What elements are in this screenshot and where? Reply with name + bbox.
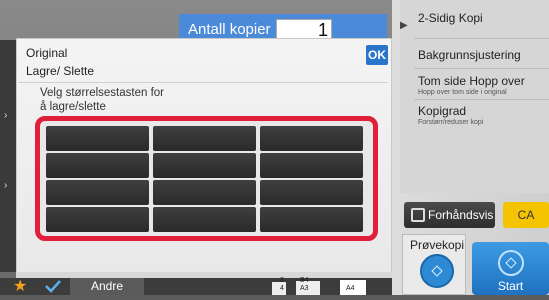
function-duplex[interactable]: 2-Sidig Kopi <box>418 11 483 25</box>
start-label: Start <box>497 279 524 293</box>
proof-copy-label: Prøvekopi <box>410 238 465 252</box>
paper-size-label: B4 <box>300 277 309 284</box>
dialog-divider <box>18 82 388 83</box>
size-key[interactable] <box>260 207 363 232</box>
function-blank-skip[interactable]: Tom side Hopp over <box>418 74 525 88</box>
instruction-line: Velg størrelsestasten for <box>40 87 164 99</box>
start-icon <box>498 250 524 276</box>
other-button[interactable]: Andre <box>70 278 144 295</box>
preview-label: Forhåndsvis <box>428 208 494 222</box>
function-list <box>400 0 549 193</box>
function-blank-skip-sub: Hopp over tom side i original <box>418 89 507 96</box>
paper-size-label: A3 <box>300 285 309 292</box>
function-background[interactable]: Bakgrunnsjustering <box>418 48 521 62</box>
size-key[interactable] <box>46 126 149 151</box>
preview-icon <box>411 208 425 222</box>
ok-button[interactable]: OK <box>366 45 388 65</box>
size-key[interactable] <box>260 126 363 151</box>
expand-arrow-icon[interactable]: ▶ <box>400 20 408 31</box>
size-key[interactable] <box>153 126 256 151</box>
size-key[interactable] <box>46 180 149 205</box>
edge-marker-icon: › <box>4 180 8 191</box>
size-key[interactable] <box>46 207 149 232</box>
tray-number: 3 <box>280 277 284 284</box>
star-icon[interactable]: ★ <box>13 276 31 295</box>
size-key[interactable] <box>153 180 256 205</box>
dialog-title: Original <box>26 46 68 60</box>
diamond-icon <box>431 265 443 277</box>
size-key[interactable] <box>153 207 256 232</box>
function-scale-sub: Forstørr/reduser kopi <box>418 119 484 126</box>
copies-label: Antall kopier <box>188 21 271 38</box>
size-key[interactable] <box>260 180 363 205</box>
paper-size-label: A4 <box>346 285 355 292</box>
tray-number: 4 <box>280 285 284 292</box>
divider <box>414 68 549 69</box>
size-key[interactable] <box>153 153 256 178</box>
function-scale[interactable]: Kopigrad <box>418 104 466 118</box>
ca-button[interactable]: CA <box>503 202 549 228</box>
dialog-subtitle: Lagre/ Slette <box>26 64 95 78</box>
proof-start-icon <box>420 254 454 288</box>
divider <box>414 99 549 100</box>
dialog-instruction: Velg størrelsestasten for å lagre/slette <box>40 86 240 114</box>
divider <box>414 38 549 39</box>
size-key[interactable] <box>46 153 149 178</box>
edge-marker-icon: › <box>4 110 8 121</box>
size-key[interactable] <box>260 153 363 178</box>
instruction-line: å lagre/slette <box>40 101 106 113</box>
check-icon[interactable] <box>40 277 66 295</box>
diamond-icon <box>505 257 517 269</box>
